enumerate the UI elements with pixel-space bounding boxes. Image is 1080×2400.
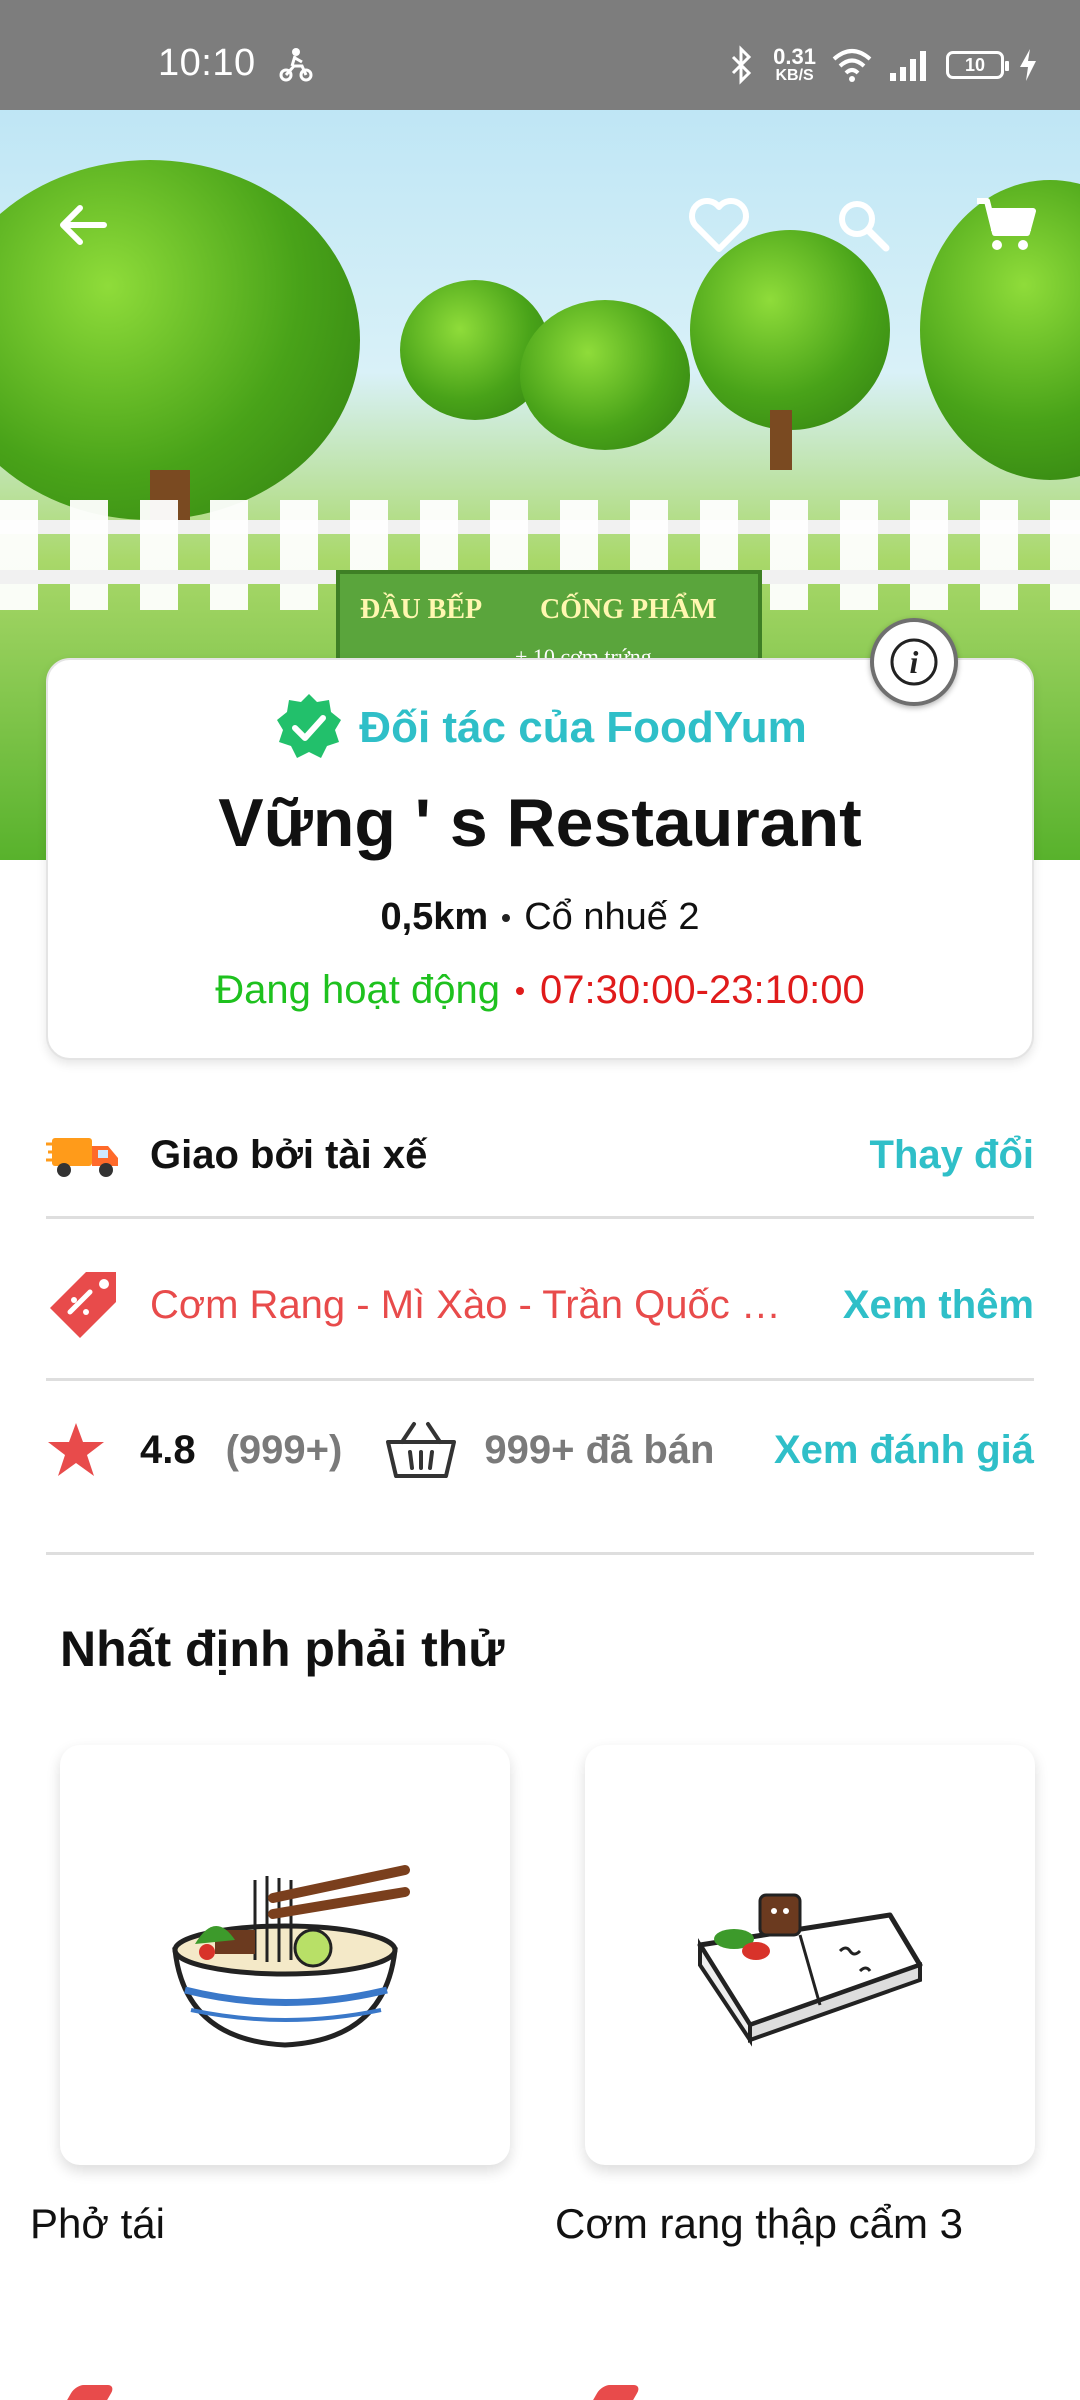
rice-box-icon: [697, 1893, 923, 2047]
separator-dot: [502, 913, 511, 922]
open-status: Đang hoạt động: [215, 968, 500, 1012]
battery-level: 10: [964, 54, 986, 75]
distance: 0,5km: [380, 896, 489, 938]
search-icon: [839, 201, 890, 252]
bluetooth-icon: [732, 45, 752, 85]
sign-left-text: ĐẦU BẾP: [360, 594, 483, 625]
info-button[interactable]: i: [870, 618, 958, 706]
address: Cổ nhuế 2: [524, 896, 700, 938]
charging-icon: [1020, 49, 1036, 81]
back-arrow-icon: [60, 205, 107, 245]
section-title: Nhất định phải thử: [60, 1621, 505, 1677]
svg-text:i: i: [910, 644, 919, 680]
separator-dot: [515, 986, 524, 995]
rating-score: 4.8: [140, 1427, 196, 1472]
favorite-button[interactable]: [684, 190, 754, 260]
next-item-peek: [590, 2385, 642, 2400]
search-button[interactable]: [828, 190, 898, 260]
status-time: 10:10: [158, 42, 256, 84]
delivery-label: Giao bởi tài xế: [150, 1132, 428, 1177]
heart-icon: [689, 198, 749, 252]
rating-row: 4.8 (999+) 999+ đã bán Xem đánh giá: [46, 1410, 1034, 1490]
battery-icon: 10: [946, 51, 1009, 79]
divider: [46, 1552, 1034, 1555]
sign-right-text: CỐNG PHẨM: [540, 594, 717, 625]
food-card-com-rang[interactable]: [585, 1745, 1035, 2165]
delivery-row: Giao bởi tài xế Thay đổi: [46, 1110, 1034, 1200]
pho-bowl-icon: [172, 1865, 410, 2048]
food-card-pho[interactable]: [60, 1745, 510, 2165]
partner-label: Đối tác của FoodYum: [359, 703, 807, 752]
info-icon: i: [890, 638, 938, 686]
basket-icon: [386, 1422, 457, 1478]
promo-label: Cơm Rang - Mì Xào - Trần Quốc H...: [150, 1282, 800, 1327]
wifi-icon: [832, 49, 872, 82]
tree-illustration: [520, 300, 690, 450]
restaurant-info-card: Đối tác của FoodYum Vững ' s Restaurant …: [46, 658, 1034, 1060]
food-name: Cơm rang thập cẩm 3: [555, 2200, 964, 2247]
cart-icon: [977, 198, 1036, 250]
partner-badge: Đối tác của FoodYum: [48, 692, 1032, 764]
divider: [46, 1216, 1034, 1219]
network-speed-unit: KB/S: [775, 67, 814, 84]
opening-hours: 07:30:00-23:10:00: [539, 968, 865, 1012]
location-row: 0,5km Cổ nhuế 2: [48, 896, 1032, 939]
divider: [46, 1378, 1034, 1381]
delivery-scooter-icon: [279, 48, 313, 82]
food-name: Phở tái: [30, 2200, 165, 2247]
signal-icon: [890, 51, 926, 81]
promo-row[interactable]: Cơm Rang - Mì Xào - Trần Quốc H... Xem t…: [46, 1265, 1034, 1345]
rating-count: (999+): [225, 1427, 343, 1472]
network-speed: 0.31 KB/S: [773, 46, 816, 84]
network-speed-value: 0.31: [773, 44, 816, 69]
status-bar: 10:10 0.31 KB/S 10: [0, 0, 1080, 110]
status-indicators: 0.31 KB/S 10: [725, 40, 1038, 90]
next-item-peek: [64, 2385, 116, 2400]
tree-illustration: [690, 230, 890, 430]
cart-button[interactable]: [970, 190, 1040, 260]
see-more-link[interactable]: Xem thêm: [843, 1283, 1034, 1328]
delivery-truck-icon: [46, 1138, 118, 1177]
opening-row: Đang hoạt động 07:30:00-23:10:00: [48, 968, 1032, 1013]
restaurant-name: Vững ' s Restaurant: [218, 785, 862, 861]
see-reviews-link[interactable]: Xem đánh giá: [774, 1428, 1034, 1473]
sold-count: 999+ đã bán: [484, 1427, 715, 1472]
verified-badge-icon: [277, 694, 342, 758]
tree-trunk: [770, 410, 792, 470]
back-button[interactable]: [48, 190, 118, 260]
change-delivery-link[interactable]: Thay đổi: [870, 1133, 1034, 1178]
star-icon: [48, 1423, 104, 1476]
discount-tag-icon: [50, 1272, 116, 1338]
